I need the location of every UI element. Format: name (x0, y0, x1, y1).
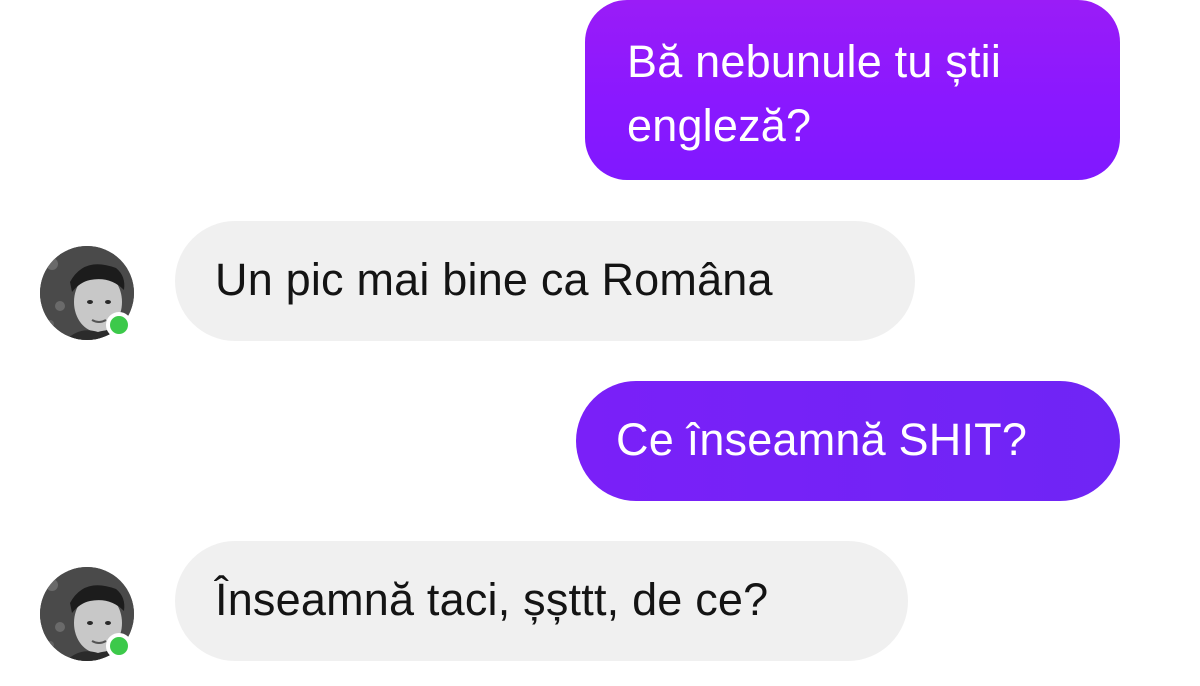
incoming-message-bubble[interactable]: Înseamnă taci, șșttt, de ce? (175, 541, 908, 661)
message-text: Un pic mai bine ca Româna (215, 254, 773, 305)
incoming-message-bubble[interactable]: Un pic mai bine ca Româna (175, 221, 915, 341)
contact-avatar[interactable] (40, 246, 134, 340)
outgoing-message-bubble[interactable]: Bă nebunule tu știi engleză? (585, 0, 1120, 180)
message-text: Bă nebunule tu știi engleză? (627, 36, 1002, 151)
chat-thread: Bă nebunule tu știi engleză? Un pic mai … (0, 0, 1200, 686)
online-status-dot-icon (106, 633, 132, 659)
outgoing-message-bubble[interactable]: Ce înseamnă SHIT? (576, 381, 1120, 501)
message-text: Înseamnă taci, șșttt, de ce? (215, 574, 769, 625)
message-text: Ce înseamnă SHIT? (616, 414, 1028, 465)
online-status-dot-icon (106, 312, 132, 338)
contact-avatar[interactable] (40, 567, 134, 661)
